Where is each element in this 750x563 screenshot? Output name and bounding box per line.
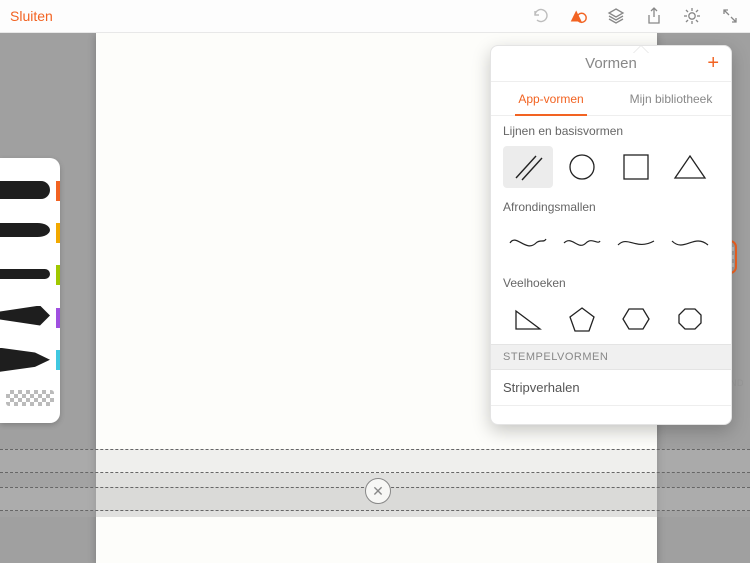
popup-body: Lijnen en basisvormen [491,116,731,424]
popup-header: Vormen + [491,46,731,82]
list-item-comics[interactable]: Stripverhalen [491,370,731,406]
shape-diagonal-lines[interactable] [503,146,553,188]
guide-line-top[interactable] [0,449,750,473]
section-lines-title: Lijnen en basisvormen [503,124,719,138]
shape-circle[interactable] [557,146,607,188]
popup-title: Vormen [585,55,637,72]
close-button[interactable]: Sluiten [10,8,53,24]
shapes-icon[interactable] [568,6,588,26]
share-icon[interactable] [644,6,664,26]
add-shape-button[interactable]: + [707,52,719,75]
shape-square[interactable] [611,146,661,188]
section-lines: Lijnen en basisvormen [491,116,731,192]
shapes-popup: Vormen + App-vormen Mijn bibliotheek Lij… [490,45,732,425]
section-stamp-header: STEMPELVORMEN [491,344,731,370]
fullscreen-icon[interactable] [720,6,740,26]
section-rounding-title: Afrondingsmallen [503,200,719,214]
section-polygons: Veelhoeken [491,268,731,344]
shape-pentagon[interactable] [557,298,607,340]
layers-icon[interactable] [606,6,626,26]
brush-marker[interactable] [0,175,60,207]
brush-eraser[interactable] [6,390,54,406]
popup-tabs: App-vormen Mijn bibliotheek [491,82,731,116]
tab-app-shapes[interactable]: App-vormen [491,82,611,115]
shape-curve-2[interactable] [557,222,607,264]
top-icons [530,6,740,26]
tab-my-library[interactable]: Mijn bibliotheek [611,82,731,115]
undo-icon[interactable] [530,6,550,26]
top-bar: Sluiten [0,0,750,33]
workspace: ✕ OND Vormen + App-vormen Mijn bibliothe… [0,33,750,563]
brush-panel [0,158,60,423]
section-polygons-title: Veelhoeken [503,276,719,290]
brush-brushpen[interactable] [0,217,60,249]
shape-curve-4[interactable] [665,222,715,264]
shape-octagon[interactable] [665,298,715,340]
dismiss-guide-button[interactable]: ✕ [365,478,391,504]
shape-curve-3[interactable] [611,222,661,264]
shape-curve-1[interactable] [503,222,553,264]
gear-icon[interactable] [682,6,702,26]
brush-flat[interactable] [0,344,60,376]
shape-hexagon[interactable] [611,298,661,340]
section-rounding: Afrondingsmallen [491,192,731,268]
brush-fineliner[interactable] [0,259,60,291]
brush-chisel[interactable] [0,302,60,334]
shape-right-triangle[interactable] [503,298,553,340]
shape-triangle[interactable] [665,146,715,188]
close-icon: ✕ [372,483,384,500]
